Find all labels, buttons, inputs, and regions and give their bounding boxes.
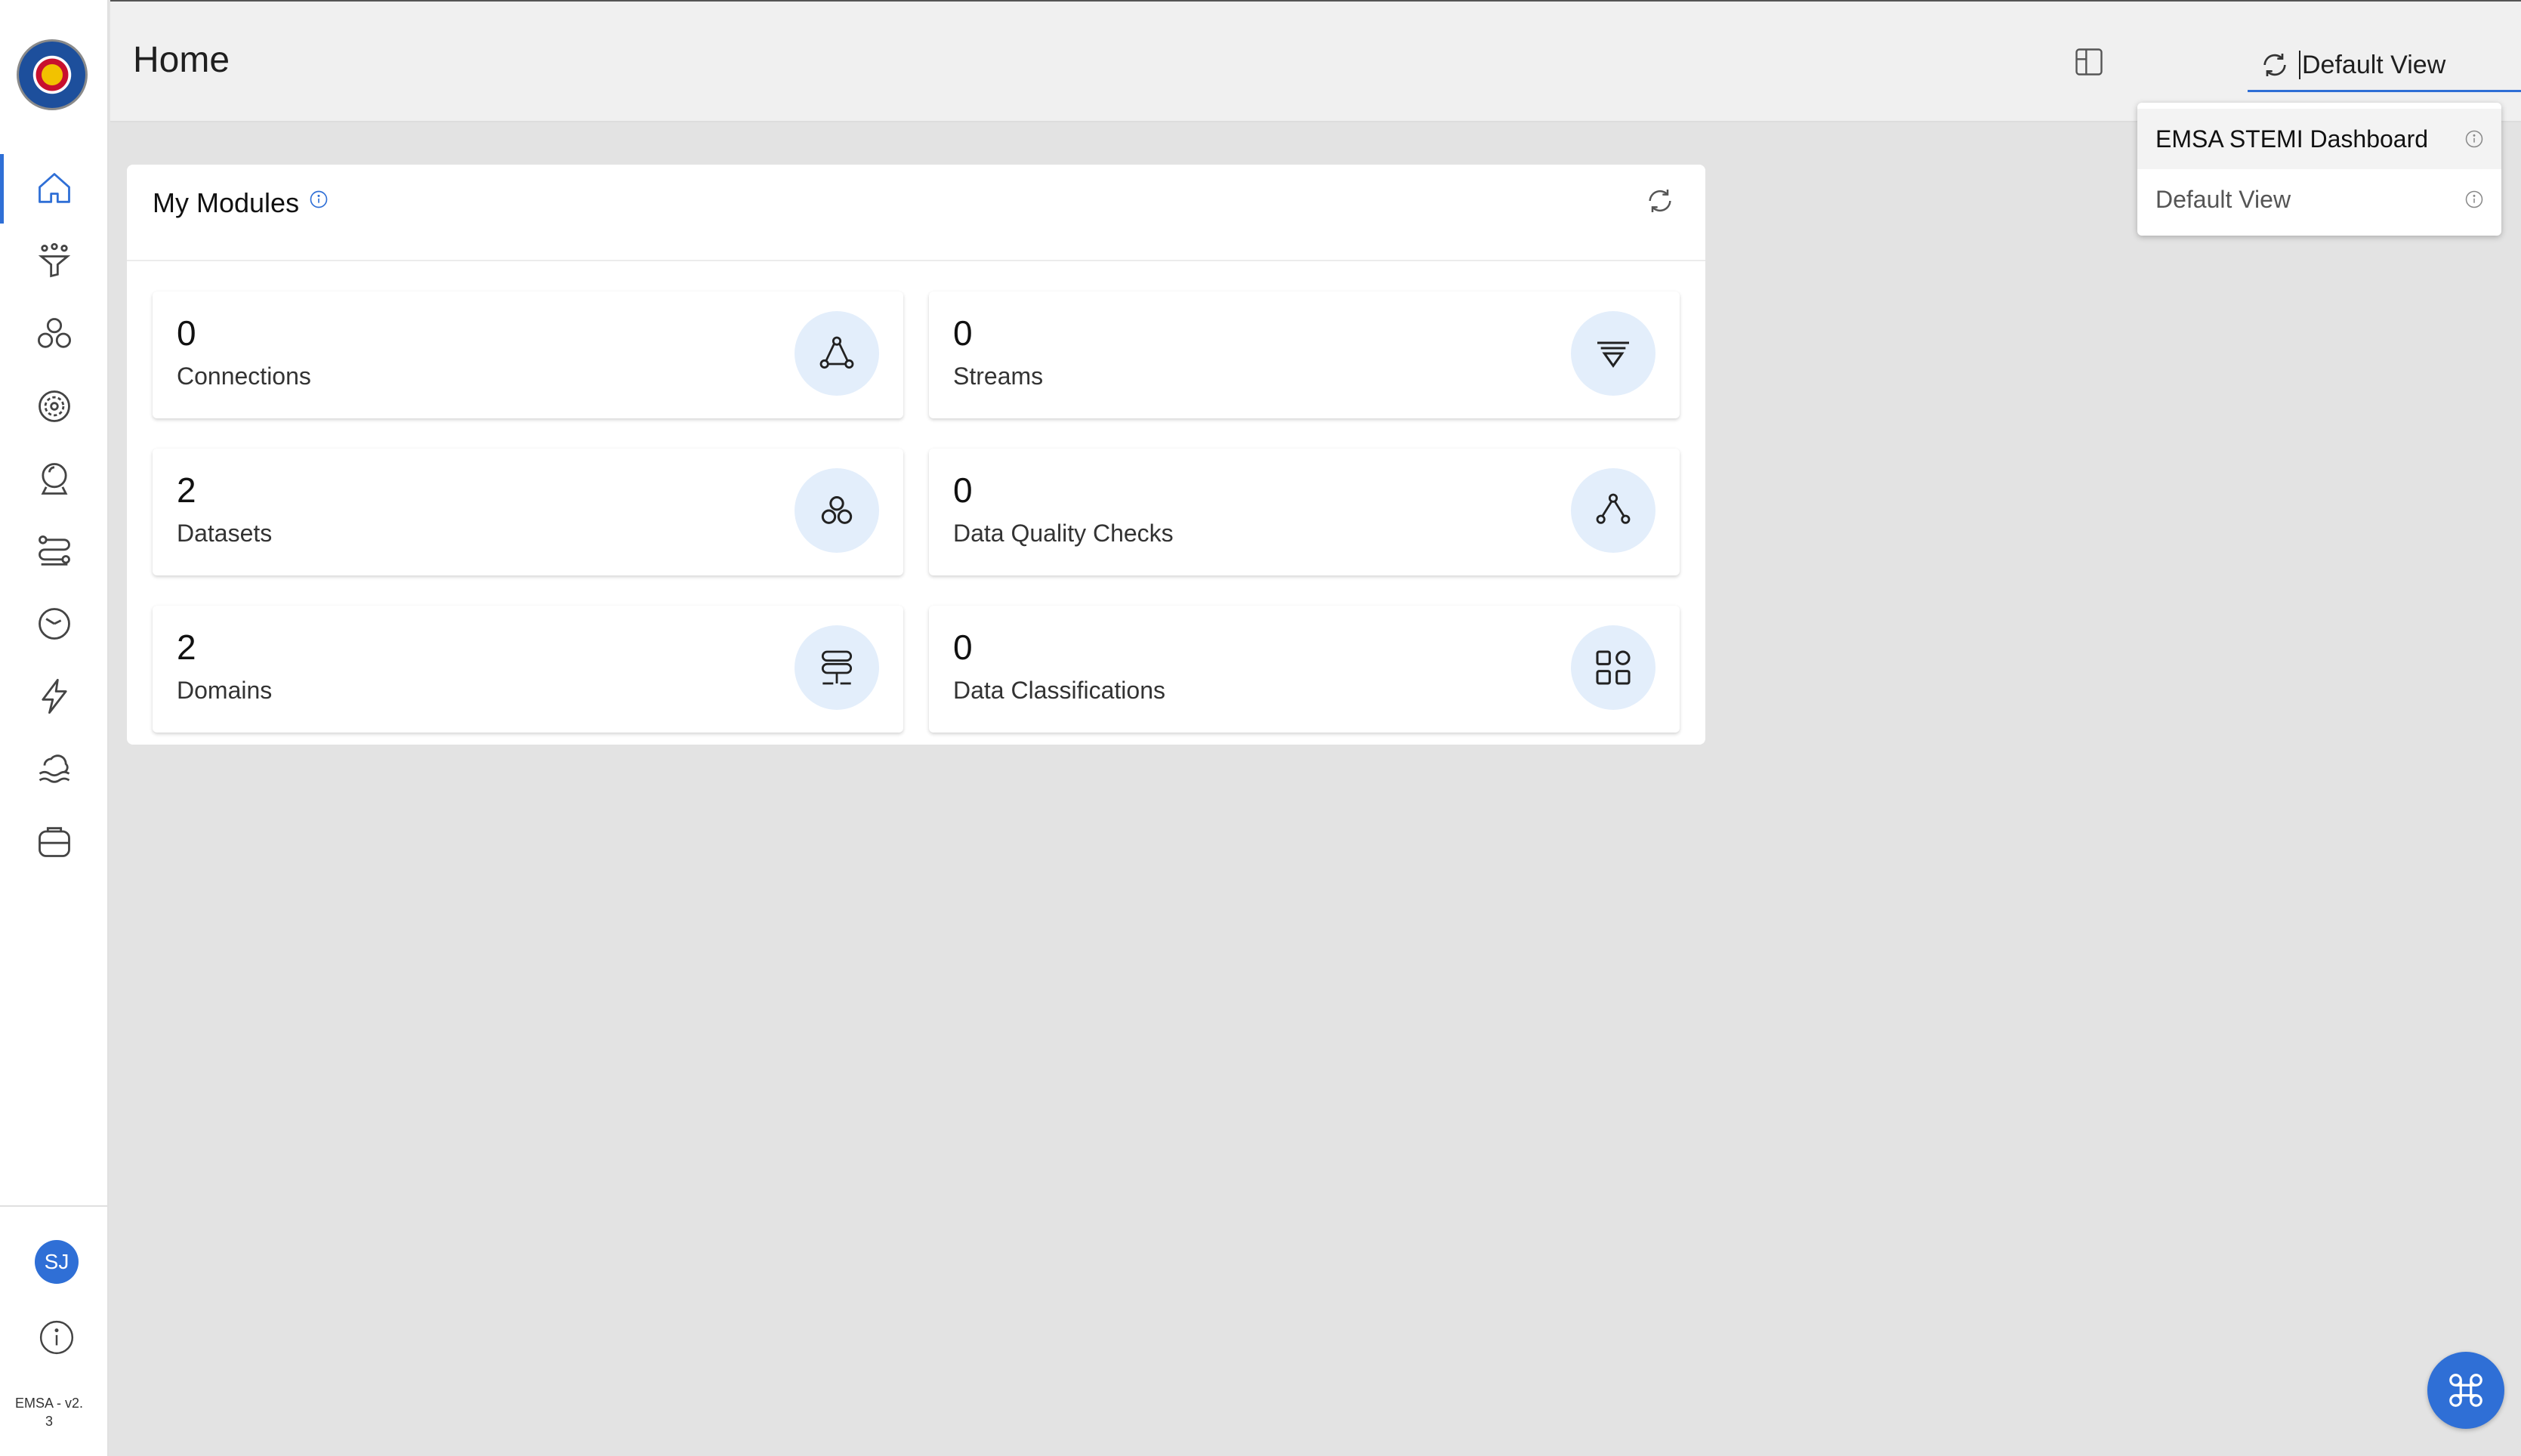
info-icon[interactable] <box>308 189 329 210</box>
module-count: 0 <box>953 470 973 510</box>
module-label: Domains <box>177 677 273 704</box>
my-modules-card: My Modules 0 Connections 0 Streams 2 Dat… <box>127 165 1705 745</box>
refresh-icon[interactable] <box>2260 50 2290 80</box>
module-data-classifications[interactable]: 0 Data Classifications <box>929 606 1680 733</box>
pipeline-icon <box>39 535 70 566</box>
sidebar-item-datasets[interactable] <box>0 298 109 370</box>
module-icon-circle <box>795 625 879 710</box>
module-icon-circle <box>1571 311 1655 396</box>
command-icon <box>2449 1374 2482 1407</box>
page-title: Home <box>133 40 230 80</box>
domains-icon <box>821 650 853 685</box>
module-count: 2 <box>177 470 196 510</box>
module-icon-circle <box>795 311 879 396</box>
module-data-quality-checks[interactable]: 0 Data Quality Checks <box>929 449 1680 575</box>
data-lake-icon <box>39 754 70 783</box>
info-button[interactable] <box>36 1317 77 1358</box>
module-label: Streams <box>953 362 1044 390</box>
version-label: EMSA - v2. 3 <box>0 1394 98 1430</box>
view-select[interactable]: Default View <box>2248 39 2521 92</box>
module-icon-circle <box>1571 625 1655 710</box>
module-label: Datasets <box>177 520 273 547</box>
sidebar-item-triggers[interactable] <box>0 660 109 733</box>
crystal-ball-icon <box>41 463 68 495</box>
sidebar-item-insights[interactable] <box>0 443 109 515</box>
sidebar: SJ EMSA - v2. 3 <box>0 0 109 1456</box>
dropdown-option-label: EMSA STEMI Dashboard <box>2155 125 2429 153</box>
storage-icon <box>39 827 70 857</box>
card-title: My Modules <box>153 187 300 218</box>
card-header: My Modules <box>127 165 1705 261</box>
info-icon <box>39 1320 74 1355</box>
module-count: 2 <box>177 628 196 667</box>
version-line-1: EMSA - v2. <box>14 1396 84 1411</box>
emsa-logo[interactable] <box>17 39 88 110</box>
refresh-icon[interactable] <box>1645 186 1675 216</box>
streams-icon <box>1597 341 1629 368</box>
version-line-2: 3 <box>45 1414 53 1429</box>
sidebar-item-home[interactable] <box>0 153 109 225</box>
info-icon[interactable] <box>2464 128 2485 150</box>
view-dropdown-menu: EMSA STEMI Dashboard Default View <box>2137 103 2501 236</box>
data-quality-icon <box>1596 493 1631 524</box>
sidebar-item-storage[interactable] <box>0 805 109 878</box>
sidebar-item-schedules[interactable] <box>0 588 109 660</box>
module-domains[interactable]: 2 Domains <box>153 606 903 733</box>
module-label: Connections <box>177 362 311 390</box>
dropdown-option-default-view[interactable]: Default View <box>2137 169 2501 230</box>
datasets-icon <box>821 495 853 524</box>
filter-icon <box>38 242 71 278</box>
sidebar-item-data-lake[interactable] <box>0 733 109 805</box>
layout-toggle-icon[interactable] <box>2072 45 2106 79</box>
sidebar-item-streams[interactable] <box>0 225 109 298</box>
command-palette-button[interactable] <box>2427 1352 2504 1429</box>
view-select-value[interactable]: Default View <box>2299 50 2521 79</box>
module-connections[interactable]: 0 Connections <box>153 292 903 418</box>
dropdown-option-label: Default View <box>2155 185 2291 213</box>
dropdown-option-emsa-stemi[interactable]: EMSA STEMI Dashboard <box>2137 109 2501 169</box>
datasets-icon <box>38 318 71 348</box>
info-icon[interactable] <box>2464 189 2485 210</box>
settings-icon <box>39 390 70 422</box>
lightning-icon <box>42 678 67 714</box>
module-label: Data Classifications <box>953 677 1165 704</box>
module-icon-circle <box>1571 468 1655 553</box>
module-icon-circle <box>795 468 879 553</box>
sidebar-item-pipelines[interactable] <box>0 515 109 588</box>
module-count: 0 <box>953 313 973 353</box>
sidebar-divider <box>0 1205 109 1207</box>
module-count: 0 <box>177 313 196 353</box>
module-streams[interactable]: 0 Streams <box>929 292 1680 418</box>
sidebar-item-settings[interactable] <box>0 370 109 443</box>
module-datasets[interactable]: 2 Datasets <box>153 449 903 575</box>
user-avatar[interactable]: SJ <box>35 1240 79 1284</box>
connections-icon <box>819 336 854 369</box>
module-count: 0 <box>953 628 973 667</box>
module-label: Data Quality Checks <box>953 520 1174 547</box>
home-icon <box>39 173 70 203</box>
classifications-icon <box>1596 650 1631 685</box>
clock-icon <box>39 608 70 640</box>
